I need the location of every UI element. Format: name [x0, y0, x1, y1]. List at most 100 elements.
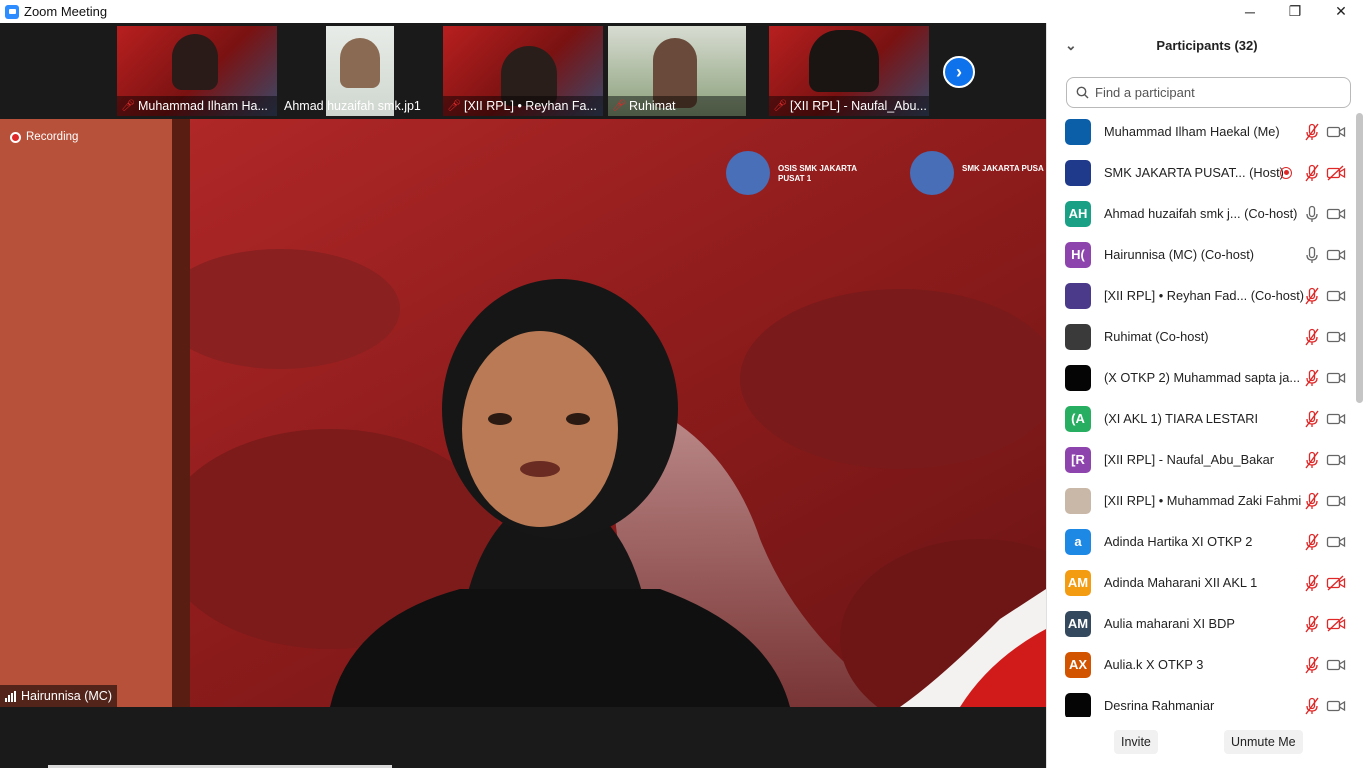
video-camera-icon[interactable]	[1326, 656, 1346, 674]
participant-name: Aulia.k X OTKP 3	[1104, 657, 1204, 672]
unmute-me-button[interactable]: Unmute Me	[1224, 730, 1303, 754]
search-input[interactable]	[1095, 85, 1335, 100]
video-camera-icon[interactable]	[1326, 205, 1346, 223]
video-camera-icon[interactable]	[1326, 328, 1346, 346]
microphone-muted-icon[interactable]	[1304, 328, 1320, 346]
video-camera-icon[interactable]	[1326, 451, 1346, 469]
participant-row[interactable]: H(Hairunnisa (MC) (Co-host)	[1047, 234, 1355, 275]
participant-search[interactable]	[1066, 77, 1351, 108]
thumbnail-name: [XII RPL] • Reyhan Fa...	[463, 99, 597, 113]
participant-avatar	[1065, 323, 1091, 350]
recording-indicator: Recording	[10, 131, 78, 143]
thumbnail-label: 🎤︎ Ruhimat	[608, 96, 746, 116]
video-camera-icon[interactable]	[1326, 410, 1346, 428]
participant-name: (XI AKL 1) TIARA LESTARI	[1104, 411, 1259, 426]
participant-silhouette	[340, 38, 380, 88]
participant-row[interactable]: (X OTKP 2) Muhammad sapta ja...	[1047, 357, 1355, 398]
participant-avatar: [R	[1065, 446, 1091, 473]
active-speaker-video: OSIS SMK JAKARTA PUSAT 1 SMK JAKARTA PUS…	[0, 119, 1046, 707]
participant-row[interactable]: AX Aulia.k X OTKP 3	[1047, 644, 1355, 685]
maximize-button[interactable]: ❐	[1272, 0, 1318, 23]
thumbnail-name: [XII RPL] - Naufal_Abu...	[789, 99, 927, 113]
search-icon	[1076, 86, 1089, 99]
participant-avatar: a	[1065, 528, 1091, 555]
participants-footer: Invite Unmute Me	[1047, 723, 1366, 768]
microphone-muted-icon[interactable]	[1304, 451, 1320, 469]
participant-row[interactable]: Desrina Rahmaniar	[1047, 685, 1355, 717]
video-camera-off-icon[interactable]	[1326, 574, 1346, 592]
participant-name: Adinda Hartika XI OTKP 2	[1104, 534, 1253, 549]
participant-list: Muhammad Ilham Haekal (Me) SMK JAKARTA PU…	[1047, 111, 1355, 717]
mic-muted-icon: 🎤︎	[447, 100, 461, 112]
participant-row[interactable]: AM Aulia maharani XI BDP	[1047, 603, 1355, 644]
video-camera-icon[interactable]	[1326, 369, 1346, 387]
participant-avatar	[1065, 692, 1091, 717]
participant-avatar	[1065, 487, 1091, 514]
participant-avatar	[1065, 118, 1091, 145]
microphone-muted-icon[interactable]	[1304, 164, 1320, 182]
video-area: 🎤︎ Muhammad Ilham Ha... Ahmad huzaifah sm…	[0, 23, 1046, 768]
microphone-icon[interactable]	[1304, 246, 1320, 264]
participant-row[interactable]: Ruhimat (Co-host)	[1047, 316, 1355, 357]
mic-muted-icon: 🎤︎	[612, 100, 626, 112]
microphone-muted-icon[interactable]	[1304, 574, 1320, 592]
microphone-icon[interactable]	[1304, 205, 1320, 223]
video-camera-off-icon[interactable]	[1326, 615, 1346, 633]
participant-row[interactable]: a Adinda Hartika XI OTKP 2	[1047, 521, 1355, 562]
video-camera-icon[interactable]	[1326, 492, 1346, 510]
participant-row[interactable]: Muhammad Ilham Haekal (Me)	[1047, 111, 1355, 152]
thumbnail-strip: 🎤︎ Muhammad Ilham Ha... Ahmad huzaifah sm…	[0, 23, 1046, 119]
participants-header: ⌄ Participants (32)	[1047, 23, 1366, 67]
thumbnail-label: 🎤︎ [XII RPL] • Reyhan Fa...	[443, 96, 603, 116]
participant-avatar	[1065, 159, 1091, 186]
next-page-arrow-icon[interactable]: ›	[943, 56, 975, 88]
video-camera-off-icon[interactable]	[1326, 164, 1346, 182]
video-thumbnail[interactable]: 🎤︎ Ruhimat	[608, 26, 746, 116]
participant-row[interactable]: [R [XII RPL] - Naufal_Abu_Bakar	[1047, 439, 1355, 480]
microphone-muted-icon[interactable]	[1304, 369, 1320, 387]
microphone-muted-icon[interactable]	[1304, 533, 1320, 551]
invite-button[interactable]: Invite	[1114, 730, 1158, 754]
microphone-muted-icon[interactable]	[1304, 615, 1320, 633]
title-bar: Zoom Meeting ─ ❐ ✕	[0, 0, 1366, 23]
close-button[interactable]: ✕	[1318, 0, 1364, 23]
video-camera-icon[interactable]	[1326, 697, 1346, 715]
video-camera-icon[interactable]	[1326, 533, 1346, 551]
participant-name: Aulia maharani XI BDP	[1104, 616, 1235, 631]
microphone-muted-icon[interactable]	[1304, 410, 1320, 428]
microphone-muted-icon[interactable]	[1304, 123, 1320, 141]
participant-avatar: AM	[1065, 610, 1091, 637]
speaker-video-scene	[0, 119, 1046, 707]
video-camera-icon[interactable]	[1326, 246, 1346, 264]
participant-name: (X OTKP 2) Muhammad sapta ja...	[1104, 370, 1301, 385]
microphone-muted-icon[interactable]	[1304, 492, 1320, 510]
participant-row[interactable]: AH Ahmad huzaifah smk j... (Co-host)	[1047, 193, 1355, 234]
microphone-muted-icon[interactable]	[1304, 697, 1320, 715]
video-camera-icon[interactable]	[1326, 287, 1346, 305]
video-thumbnail[interactable]: 🎤︎ [XII RPL] • Reyhan Fa...	[443, 26, 603, 116]
participant-name: Hairunnisa (MC) (Co-host)	[1104, 247, 1255, 262]
video-camera-icon[interactable]	[1326, 123, 1346, 141]
participant-silhouette	[809, 30, 879, 92]
participant-name: Desrina Rahmaniar	[1104, 698, 1215, 713]
video-thumbnail[interactable]: 🎤︎ [XII RPL] - Naufal_Abu...	[769, 26, 929, 116]
participant-name: Muhammad Ilham Haekal (Me)	[1104, 124, 1280, 139]
thumbnail-name: Ruhimat	[628, 99, 676, 113]
participant-name: SMK JAKARTA PUSAT... (Host)	[1104, 165, 1284, 180]
collapse-chevron-icon[interactable]: ⌄	[1065, 37, 1077, 54]
participant-row[interactable]: SMK JAKARTA PUSAT... (Host)	[1047, 152, 1355, 193]
microphone-muted-icon[interactable]	[1304, 287, 1320, 305]
participant-avatar	[1065, 364, 1091, 391]
participant-list-scrollbar[interactable]	[1356, 113, 1363, 403]
participant-name: Ahmad huzaifah smk j... (Co-host)	[1104, 206, 1298, 221]
participant-row[interactable]: [XII RPL] • Reyhan Fad... (Co-host)	[1047, 275, 1355, 316]
microphone-muted-icon[interactable]	[1304, 656, 1320, 674]
minimize-button[interactable]: ─	[1227, 0, 1273, 23]
participant-row[interactable]: (A (XI AKL 1) TIARA LESTARI	[1047, 398, 1355, 439]
video-thumbnail[interactable]: 🎤︎ Muhammad Ilham Ha...	[117, 26, 277, 116]
participant-name: [XII RPL] • Reyhan Fad... (Co-host)	[1104, 288, 1304, 303]
thumbnail-name: Muhammad Ilham Ha...	[137, 99, 268, 113]
participant-row[interactable]: AM Adinda Maharani XII AKL 1	[1047, 562, 1355, 603]
participant-row[interactable]: [XII RPL] • Muhammad Zaki Fahmi	[1047, 480, 1355, 521]
banner-text: SMK JAKARTA PUSA	[962, 164, 1044, 173]
